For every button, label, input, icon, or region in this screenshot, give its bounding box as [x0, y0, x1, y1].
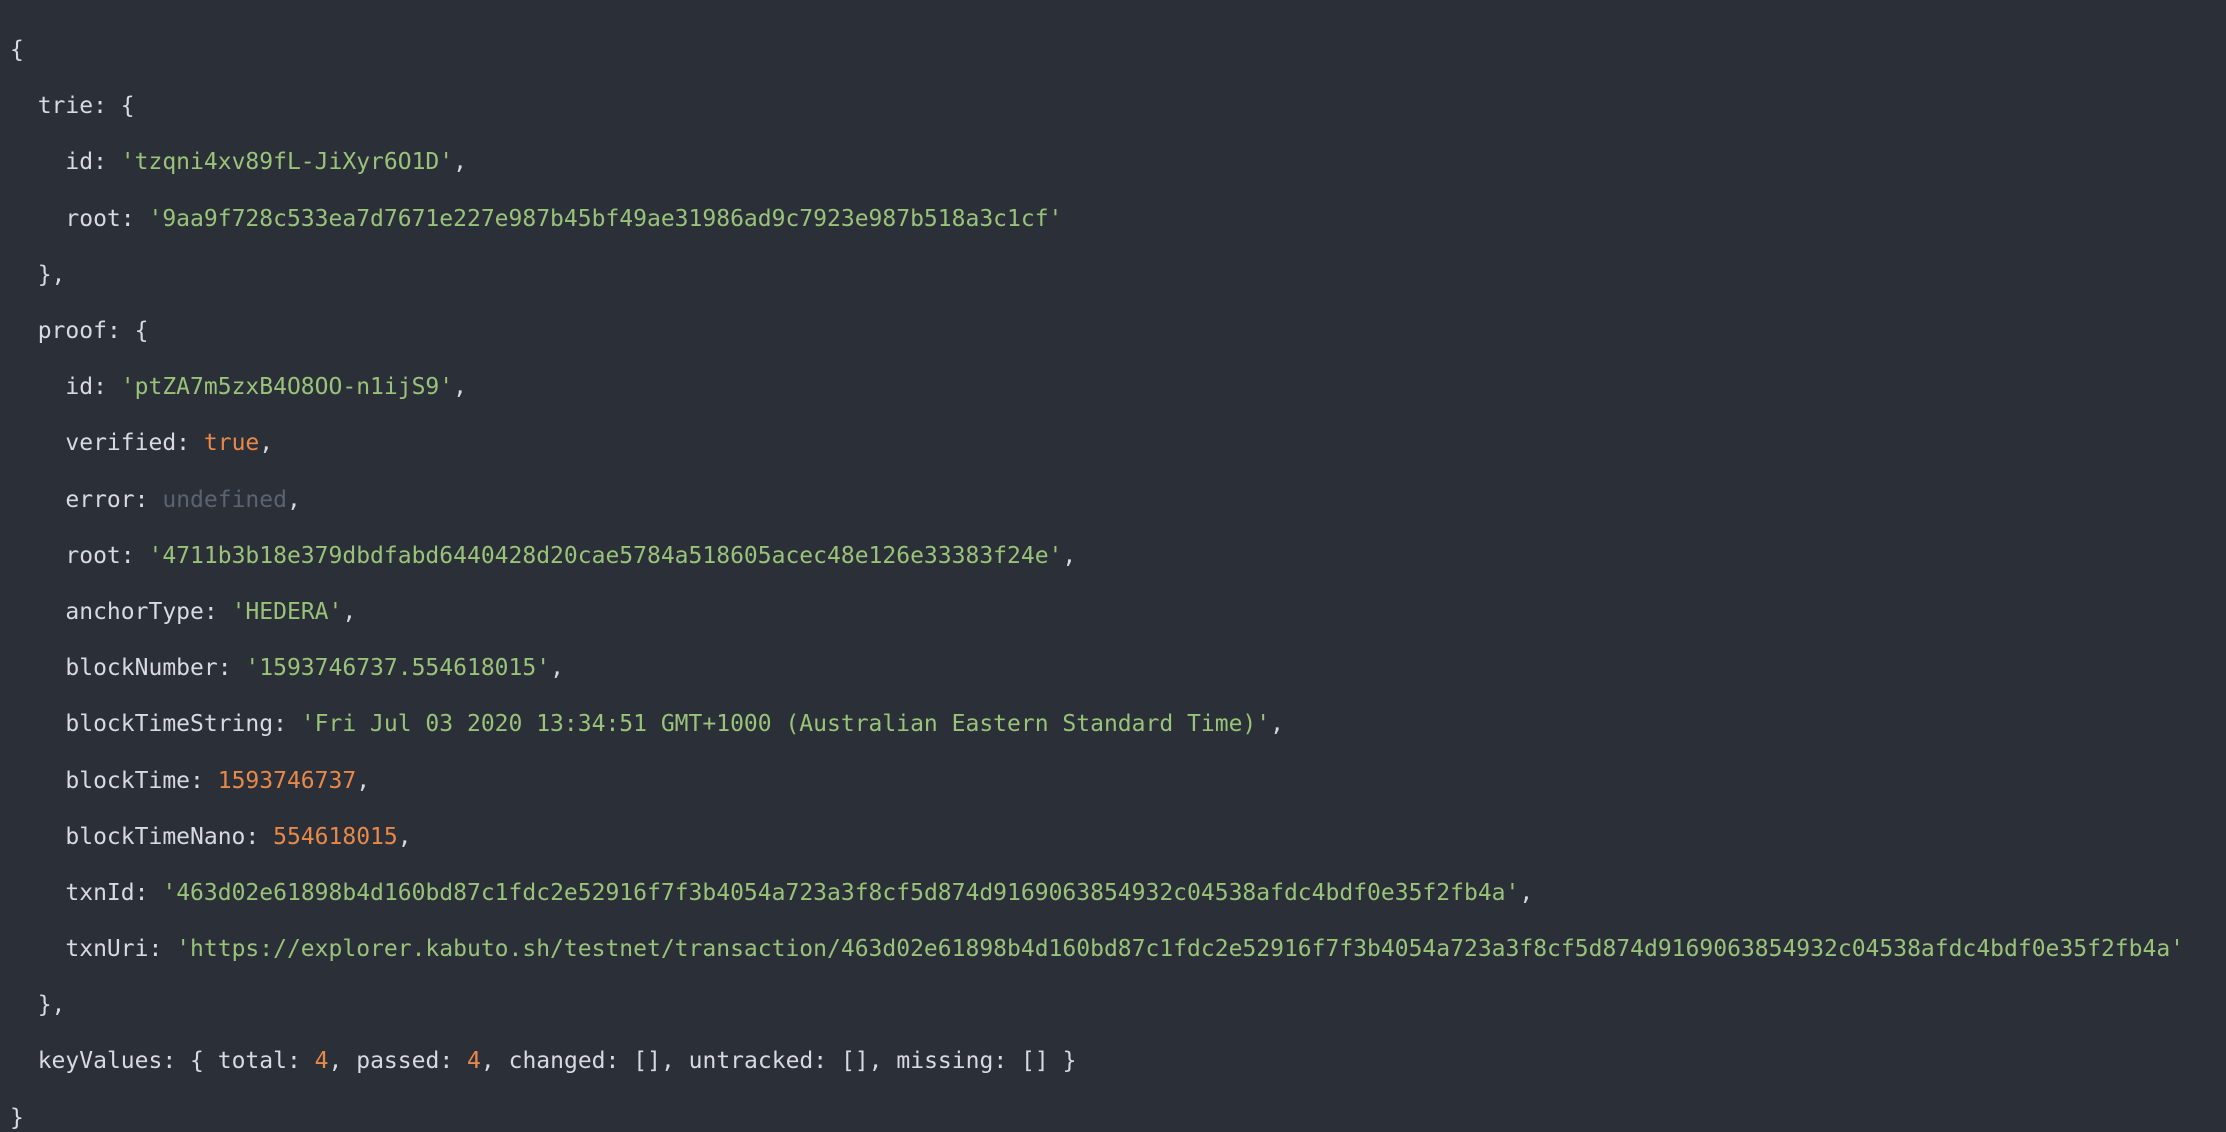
proof-txn-uri-line: txnUri: 'https://explorer.kabuto.sh/test… — [65, 936, 2185, 963]
proof-id-value: 'ptZA7m5zxB4O8OO-n1ijS9' — [120, 374, 454, 401]
proof-block-time-nano-key: blockTimeNano — [65, 823, 246, 850]
proof-anchor-type-value: 'HEDERA' — [231, 598, 343, 625]
proof-id-key: id — [65, 374, 94, 401]
proof-block-number-line: blockNumber: '1593746737.554618015', — [65, 655, 564, 682]
proof-txn-id-line: txnId: '463d02e61898b4d160bd87c1fdc2e529… — [65, 879, 1534, 906]
object-close: } — [10, 1104, 24, 1131]
proof-block-number-key: blockNumber — [65, 655, 218, 682]
changed-value: [] — [633, 1048, 661, 1075]
proof-txn-id-value: '463d02e61898b4d160bd87c1fdc2e52916f7f3b… — [162, 879, 1520, 906]
proof-block-time-key: blockTime — [65, 767, 191, 794]
trie-line: trie: { — [37, 93, 135, 120]
trie-close: }, — [10, 261, 66, 288]
proof-error-line: error: undefined, — [65, 486, 301, 513]
proof-error-key: error — [65, 486, 135, 513]
proof-block-time-string-line: blockTimeString: 'Fri Jul 03 2020 13:34:… — [65, 711, 1284, 738]
missing-value: [] — [1021, 1048, 1049, 1075]
terminal-output: { trie: { id: 'tzqni4xv89fL-JiXyr6O1D', … — [0, 0, 2226, 1132]
total-key: total — [217, 1048, 287, 1075]
proof-anchor-type-key: anchorType — [65, 598, 204, 625]
passed-value: 4 — [467, 1048, 481, 1075]
missing-key: missing — [896, 1048, 994, 1075]
proof-root-key: root — [65, 542, 121, 569]
trie-root-value: '9aa9f728c533ea7d7671e227e987b45bf49ae31… — [148, 205, 1063, 232]
trie-root-line: root: '9aa9f728c533ea7d7671e227e987b45bf… — [65, 205, 1063, 232]
proof-error-value: undefined — [162, 486, 287, 513]
key-values-line: keyValues: { total: 4, passed: 4, change… — [37, 1048, 1077, 1075]
proof-verified-value: true — [203, 430, 260, 457]
changed-key: changed — [508, 1048, 606, 1075]
untracked-key: untracked — [688, 1048, 814, 1075]
untracked-value: [] — [840, 1048, 869, 1075]
proof-anchor-type-line: anchorType: 'HEDERA', — [65, 598, 357, 625]
proof-verified-key: verified — [65, 430, 177, 457]
proof-block-time-line: blockTime: 1593746737, — [65, 767, 371, 794]
proof-verified-line: verified: true, — [65, 430, 274, 457]
proof-close: }, — [10, 992, 66, 1019]
proof-block-time-nano-line: blockTimeNano: 554618015, — [65, 823, 412, 850]
proof-key: proof — [37, 318, 107, 345]
proof-txn-uri-value: 'https://explorer.kabuto.sh/testnet/tran… — [176, 936, 2185, 963]
key-values-key: keyValues — [37, 1048, 163, 1075]
proof-id-line: id: 'ptZA7m5zxB4O8OO-n1ijS9', — [65, 374, 467, 401]
trie-root-key: root — [65, 205, 121, 232]
proof-block-time-string-key: blockTimeString — [65, 711, 274, 738]
object-open: { — [10, 37, 24, 64]
total-value: 4 — [314, 1048, 329, 1075]
proof-block-time-string-value: 'Fri Jul 03 2020 13:34:51 GMT+1000 (Aust… — [300, 711, 1271, 738]
proof-block-time-nano-value: 554618015 — [273, 823, 398, 850]
trie-id-value: 'tzqni4xv89fL-JiXyr6O1D' — [120, 149, 454, 176]
trie-id-key: id — [65, 149, 94, 176]
passed-key: passed — [356, 1048, 440, 1075]
trie-key: trie — [37, 93, 94, 120]
trie-id-line: id: 'tzqni4xv89fL-JiXyr6O1D', — [65, 149, 467, 176]
proof-root-value: '4711b3b18e379dbdfabd6440428d20cae5784a5… — [148, 542, 1063, 569]
proof-txn-id-key: txnId — [65, 879, 135, 906]
proof-line: proof: { — [37, 318, 149, 345]
proof-txn-uri-key: txnUri — [65, 936, 149, 963]
proof-block-time-value: 1593746737 — [217, 767, 357, 794]
proof-block-number-value: '1593746737.554618015' — [245, 655, 551, 682]
